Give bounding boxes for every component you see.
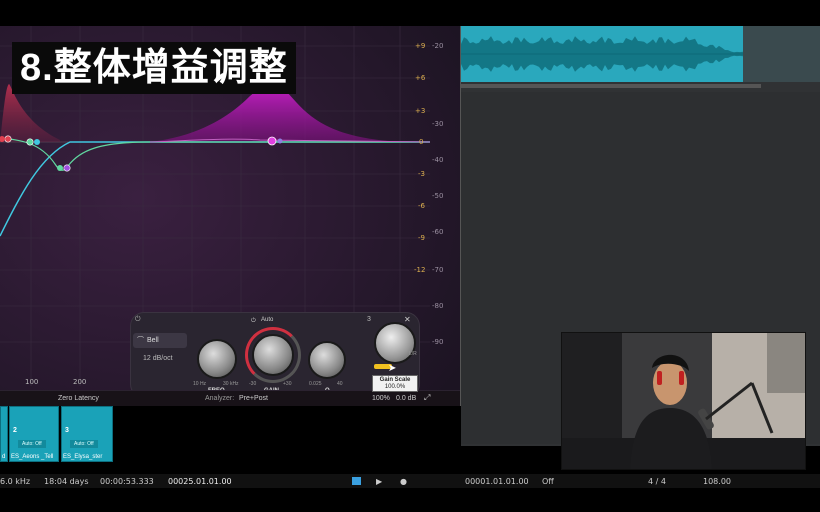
output-gain-knob[interactable]	[374, 322, 416, 364]
play-icon[interactable]: ▶	[376, 477, 382, 486]
sync-off[interactable]: Off	[542, 477, 554, 486]
db-scale-label: +6	[415, 74, 426, 82]
automation-mode[interactable]: Auto: Off	[70, 440, 98, 448]
channel-number: 2	[13, 427, 17, 434]
record-icon[interactable]: ●	[400, 477, 407, 486]
screen: +9 +6 +3 0 -3 -6 -9 -12 -20 -30 -40 -50 …	[0, 0, 820, 512]
shape-selector[interactable]: ⌒ Bell	[133, 333, 187, 348]
analyzer-scale-label: -30	[432, 120, 444, 128]
shape-value: Bell	[147, 337, 159, 344]
analyzer-scale-label: -40	[432, 156, 444, 164]
position-display[interactable]: 00025.01.01.00	[168, 477, 232, 486]
analyzer-label: Analyzer:	[205, 395, 235, 402]
band-2b-node[interactable]	[34, 139, 40, 145]
freq-knob[interactable]	[197, 339, 237, 379]
db-scale-label: +9	[415, 42, 426, 50]
gain-min: -30	[249, 381, 257, 387]
analyzer-scale-label: -70	[432, 266, 444, 274]
q-max: 40	[337, 381, 343, 387]
band-number[interactable]: 3	[367, 316, 371, 323]
db-scale-label: -3	[418, 170, 425, 178]
freq-min: 10 Hz	[193, 381, 207, 387]
channel-strip[interactable]: d	[0, 406, 8, 462]
power-icon[interactable]: ⏻	[135, 316, 141, 324]
zero-latency-label[interactable]: Zero Latency	[58, 395, 99, 402]
db-scale-label: -12	[414, 266, 426, 274]
db-scale-label: +3	[415, 107, 426, 115]
freq-axis-label: 200	[73, 378, 87, 386]
band-3-node[interactable]	[267, 136, 277, 146]
empty-lane	[743, 26, 820, 82]
automation-mode[interactable]: Auto: Off	[18, 440, 46, 448]
tooltip-value: 100.0%	[384, 384, 406, 390]
db-scale-label: 0	[419, 138, 424, 146]
band-3b-node[interactable]	[277, 138, 283, 144]
overlay-title: 8.整体增益调整	[12, 42, 296, 94]
webcam-image	[562, 333, 805, 469]
close-icon[interactable]: ✕	[404, 315, 411, 324]
analyzer-scale-label: -80	[432, 302, 444, 310]
secondary-position[interactable]: 00001.01.01.00	[465, 477, 529, 486]
channel-number: 3	[65, 427, 69, 434]
band-4-node[interactable]	[57, 165, 63, 171]
channel-name: ES_Elysa_ster	[63, 454, 103, 460]
waveform	[461, 36, 743, 72]
channel-strip[interactable]: 2 Auto: Off ES_Aeons _Tell	[9, 406, 59, 462]
gain-auto-label[interactable]: Auto	[261, 317, 273, 323]
band-2-node[interactable]	[26, 138, 34, 146]
channel-name: d	[2, 454, 6, 460]
analyzer-scale-label: -90	[432, 338, 444, 346]
gain-max: +30	[283, 381, 292, 387]
gain-scale-value[interactable]: 100%	[372, 395, 390, 402]
q-knob[interactable]	[308, 341, 346, 379]
analyzer-scale-label: -60	[432, 228, 444, 236]
band-5-node[interactable]	[63, 164, 71, 172]
eq-bottom-bar: Zero Latency Analyzer: Pre+Post 100% 0.0…	[0, 390, 460, 406]
channel-name: ES_Aeons _Tell	[11, 454, 54, 460]
power-icon[interactable]: ⏻	[251, 318, 256, 325]
mouse-cursor-icon: ➤	[388, 363, 397, 374]
expand-icon[interactable]: ⤢	[424, 393, 430, 403]
band-1-node[interactable]	[4, 135, 12, 143]
webcam-overlay	[561, 332, 806, 470]
channel-strip[interactable]: 3 Auto: Off ES_Elysa_ster	[61, 406, 113, 462]
slope-value[interactable]: 12 dB/oct	[143, 355, 173, 362]
db-scale-label: -9	[418, 234, 425, 242]
q-min: 0.025	[309, 381, 322, 387]
output-gain-value[interactable]: 0.0 dB	[396, 395, 416, 402]
gain-scale-tooltip: Gain Scale 100.0%	[372, 375, 418, 392]
horizontal-scrollbar[interactable]	[461, 84, 761, 88]
bell-shape-icon: ⌒	[137, 337, 144, 344]
freq-max: 30 kHz	[223, 381, 239, 387]
time-signature[interactable]: 4 / 4	[648, 477, 666, 486]
record-time-days: 18:04 days	[44, 477, 89, 486]
transport-bar: 6.0 kHz 18:04 days 00:00:53.333 00025.01…	[0, 474, 820, 488]
tooltip-title: Gain Scale	[379, 377, 411, 383]
analyzer-scale-label: -50	[432, 192, 444, 200]
time-display: 00:00:53.333	[100, 477, 154, 486]
freq-axis-label: 100	[25, 378, 39, 386]
analyzer-scale-label: -20	[432, 42, 444, 50]
loop-icon[interactable]	[352, 477, 361, 485]
analyzer-value[interactable]: Pre+Post	[239, 395, 268, 402]
sample-rate: 6.0 kHz	[0, 477, 31, 486]
tempo[interactable]: 108.00	[703, 477, 731, 486]
lr-label: L/R	[409, 351, 417, 357]
audio-clip[interactable]	[461, 26, 743, 82]
db-scale-label: -6	[418, 202, 425, 210]
gain-knob[interactable]	[252, 334, 294, 376]
